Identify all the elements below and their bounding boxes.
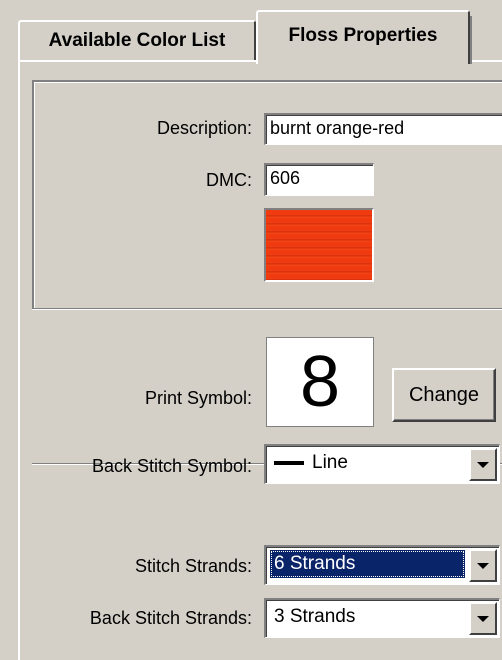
tab-available-color-list-label: Available Color List [48,30,226,51]
tab-available-color-list[interactable]: Available Color List [18,20,256,60]
tab-floss-properties[interactable]: Floss Properties [256,10,472,64]
tab-floss-properties-label: Floss Properties [288,25,438,46]
tab-panel [18,60,502,660]
